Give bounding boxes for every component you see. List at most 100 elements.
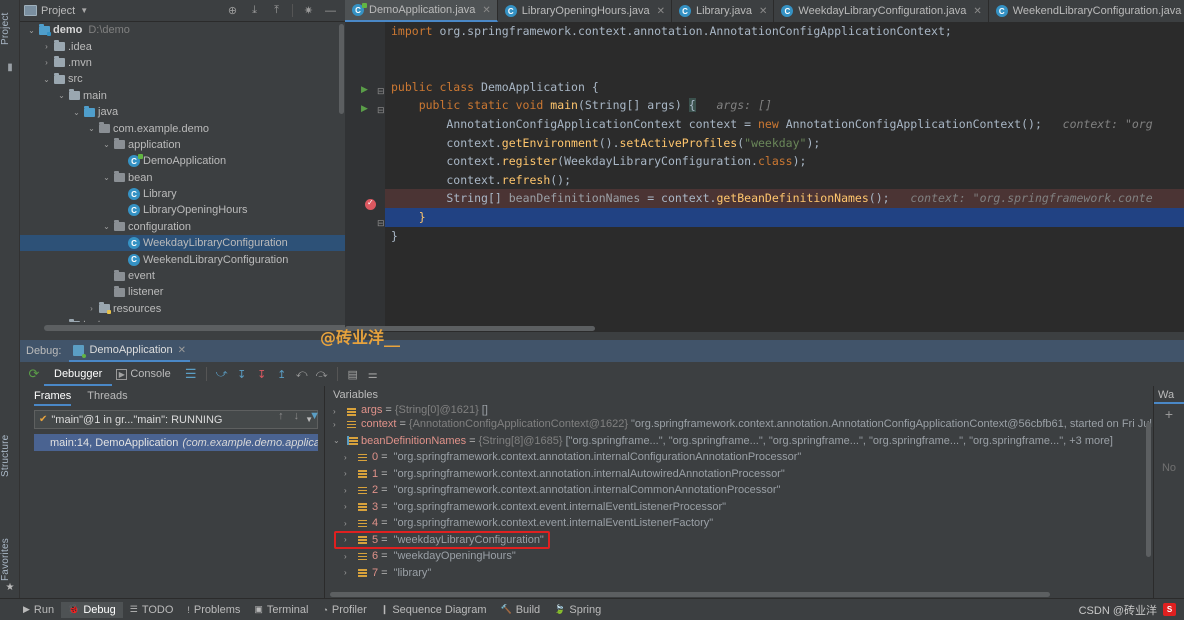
run-gutter-icon[interactable]: ▶ xyxy=(361,103,368,114)
code-editor[interactable]: ▶ ▶ ⊟ ⊟ ⊟ import org.springframework.con… xyxy=(345,22,1184,332)
force-step-into-icon[interactable]: ↧ xyxy=(252,362,272,386)
step-out-icon[interactable]: ↥ xyxy=(272,362,292,386)
code-line[interactable]: } xyxy=(385,207,1184,227)
statusbar-item-sequence-diagram[interactable]: ❙ Sequence Diagram xyxy=(374,602,494,618)
add-watch-button[interactable]: + xyxy=(1154,406,1184,422)
tree-node-library[interactable]: C Library xyxy=(20,186,345,202)
tree-twisty[interactable]: › xyxy=(86,304,97,313)
fold-marker-icon[interactable]: ⊟ xyxy=(377,86,385,97)
rerun-icon[interactable]: ⟳ xyxy=(24,362,44,386)
tab-frames[interactable]: Frames xyxy=(34,386,72,406)
variable-twisty[interactable]: › xyxy=(344,486,356,495)
close-icon[interactable]: ✕ xyxy=(657,6,665,17)
thread-selector[interactable]: ✔ "main"@1 in gr..."main": RUNNING ▼ xyxy=(34,410,318,429)
tab-threads[interactable]: Threads xyxy=(87,386,127,406)
notification-badge[interactable]: S xyxy=(1163,603,1176,616)
close-icon[interactable]: ✕ xyxy=(178,345,186,356)
gear-icon[interactable]: ✷ xyxy=(302,4,315,17)
tab-console[interactable]: Console xyxy=(130,362,180,386)
editor-tab-weekdaylibraryconfiguration-java[interactable]: C WeekdayLibraryConfiguration.java ✕ xyxy=(774,0,989,22)
editor-tab-libraryopeninghours-java[interactable]: C LibraryOpeningHours.java ✕ xyxy=(498,0,672,22)
tree-node-com-example-demo[interactable]: ⌄ com.example.demo xyxy=(20,120,345,136)
editor-tab-weekendlibraryconfiguration-java[interactable]: CWeekendLibraryConfiguration.java✕ xyxy=(989,0,1184,22)
tree-twisty[interactable]: ⌄ xyxy=(71,108,82,117)
layout-icon[interactable]: ☰ xyxy=(181,362,201,386)
code-line[interactable]: public class DemoApplication { xyxy=(385,78,1184,97)
code-lines[interactable]: import org.springframework.context.annot… xyxy=(385,22,1184,332)
tree-node-configuration[interactable]: ⌄ configuration xyxy=(20,219,345,235)
sidebar-item-structure[interactable]: Structure xyxy=(0,425,20,487)
project-tree[interactable]: ⌄ demo D:\demo › .idea › .mvn ⌄ src ⌄ main ⌄ java ⌄ co… xyxy=(20,22,345,322)
drop-frame-icon[interactable]: ⤺ xyxy=(292,362,312,386)
tree-twisty[interactable]: › xyxy=(41,42,52,51)
variable-twisty[interactable]: › xyxy=(333,407,345,416)
step-over-icon[interactable]: ⤻ xyxy=(212,362,232,386)
tree-twisty[interactable]: › xyxy=(41,58,52,67)
code-line[interactable]: context.refresh(); xyxy=(385,171,1184,190)
tree-twisty[interactable]: ⌄ xyxy=(86,124,97,133)
close-icon[interactable]: ✕ xyxy=(759,6,767,17)
run-to-cursor-icon[interactable]: ⤼ xyxy=(312,362,332,386)
variable-row[interactable]: › context = {AnnotationConfigApplicationCon… xyxy=(325,416,1153,433)
sidebar-item-project[interactable]: Project xyxy=(0,4,20,54)
variable-twisty[interactable]: › xyxy=(333,420,345,429)
tree-twisty[interactable]: ⌄ xyxy=(101,222,112,231)
statusbar-item-terminal[interactable]: ▣ Terminal xyxy=(247,602,315,618)
statusbar-item-profiler[interactable]: ◔ Profiler xyxy=(315,602,373,618)
console-icon[interactable]: ▶ xyxy=(116,368,128,380)
collapse-all-icon[interactable]: ⤒ xyxy=(270,4,283,17)
expand-all-icon[interactable]: ⤓ xyxy=(248,4,261,17)
tree-node-main[interactable]: ⌄ main xyxy=(20,88,345,104)
tree-node-weekendlibraryconfiguration[interactable]: C WeekendLibraryConfiguration xyxy=(20,251,345,267)
stack-frame-row[interactable]: main:14, DemoApplication (com.example.de… xyxy=(34,434,318,451)
statusbar-item-build[interactable]: 🔨 Build xyxy=(493,602,547,618)
variable-twisty[interactable]: › xyxy=(344,535,356,544)
breakpoint-icon[interactable] xyxy=(365,198,376,210)
statusbar-item-spring[interactable]: 🍃 Spring xyxy=(547,602,608,618)
variable-row[interactable]: › 2 = "org.springframework.context.annotati… xyxy=(325,482,1153,499)
debug-session-tab[interactable]: DemoApplication ✕ xyxy=(69,340,191,362)
tree-twisty[interactable]: ⌄ xyxy=(56,91,67,100)
fold-marker-icon[interactable]: ⊟ xyxy=(377,105,385,116)
variable-twisty[interactable]: › xyxy=(344,469,356,478)
tree-twisty[interactable]: ⌄ xyxy=(41,75,52,84)
evaluate-icon[interactable]: ▤ xyxy=(343,362,363,386)
tab-debugger[interactable]: Debugger xyxy=(44,362,113,386)
variable-twisty[interactable]: › xyxy=(344,519,356,528)
variable-twisty[interactable]: › xyxy=(344,552,356,561)
close-icon[interactable]: ✕ xyxy=(482,5,490,16)
variable-row[interactable]: › 6 = "weekdayOpeningHours" xyxy=(325,548,1153,565)
variable-row[interactable]: › 1 = "org.springframework.context.annotati… xyxy=(325,466,1153,483)
code-line[interactable]: public static void main(String[] args) {… xyxy=(385,96,1184,115)
tree-node-test[interactable]: › test xyxy=(20,317,345,322)
variable-row[interactable]: › 3 = "org.springframework.context.event.in… xyxy=(325,499,1153,516)
editor-tab-bar[interactable]: C DemoApplication.java ✕ C LibraryOpeningHou… xyxy=(345,0,1184,22)
run-gutter-icon[interactable]: ▶ xyxy=(361,84,368,95)
tree-node-resources[interactable]: › resources xyxy=(20,301,345,317)
star-icon[interactable]: ★ xyxy=(3,580,17,594)
code-line[interactable] xyxy=(385,41,1184,60)
variable-row[interactable]: › 0 = "org.springframework.context.annotati… xyxy=(325,449,1153,466)
variable-row[interactable]: › 4 = "org.springframework.context.event.in… xyxy=(325,515,1153,532)
editor-gutter[interactable]: ▶ ▶ ⊟ ⊟ ⊟ xyxy=(345,22,385,332)
statusbar-item-run[interactable]: ▶ Run xyxy=(16,602,61,618)
variable-row[interactable]: ⌄ beanDefinitionNames = {String[8]@1685} ["o… xyxy=(325,433,1153,450)
variable-twisty[interactable]: ⌄ xyxy=(333,436,345,445)
close-icon[interactable]: ✕ xyxy=(973,6,981,17)
project-tree-scrollbar[interactable] xyxy=(339,24,344,114)
tree-twisty[interactable]: ⌄ xyxy=(26,26,37,35)
editor-tab-demoapplication-java[interactable]: C DemoApplication.java ✕ xyxy=(345,0,498,22)
tree-node-src[interactable]: ⌄ src xyxy=(20,71,345,87)
fold-marker-icon[interactable]: ⊟ xyxy=(377,218,385,229)
tree-twisty[interactable]: ⌄ xyxy=(101,140,112,149)
tree-node-event[interactable]: event xyxy=(20,268,345,284)
tree-node-bean[interactable]: ⌄ bean xyxy=(20,170,345,186)
tree-node-application[interactable]: ⌄ application xyxy=(20,137,345,153)
folder-icon[interactable]: ▮ xyxy=(3,60,17,74)
filter-icon[interactable]: ▼ xyxy=(309,410,320,422)
locate-icon[interactable]: ⊕ xyxy=(226,4,239,17)
variables-tree[interactable]: › args = {String[0]@1621}[] › context = {Annota… xyxy=(325,404,1153,581)
step-into-icon[interactable]: ↧ xyxy=(232,362,252,386)
code-line[interactable]: } xyxy=(385,227,1184,246)
hide-icon[interactable]: — xyxy=(324,5,337,17)
